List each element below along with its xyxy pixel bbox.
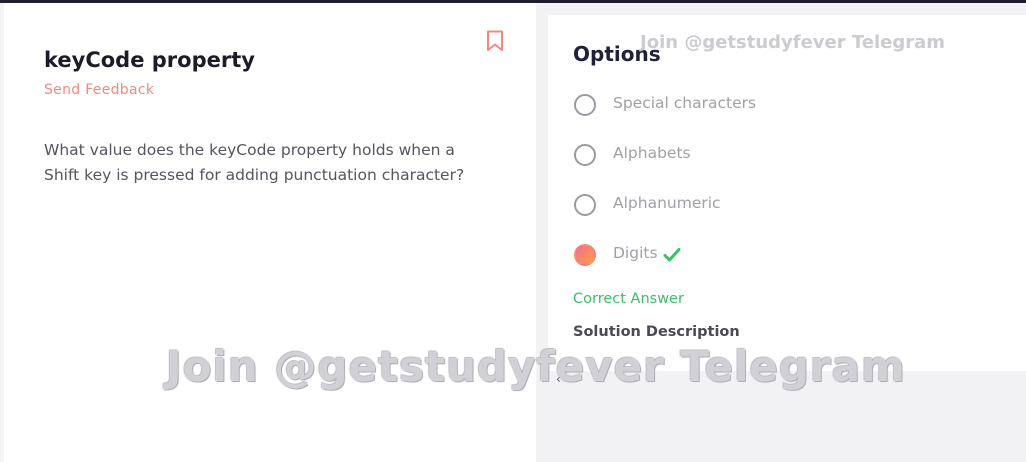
radio-button-selected[interactable]	[574, 244, 596, 266]
options-card	[548, 15, 1026, 371]
radio-button[interactable]	[574, 194, 596, 216]
solution-description-label: Solution Description	[573, 324, 740, 340]
radio-button[interactable]	[574, 144, 596, 166]
watermark-large: Join @getstudyfever Telegram	[166, 342, 906, 391]
question-title: keyCode property	[44, 48, 255, 72]
question-text: What value does the keyCode property hol…	[44, 141, 465, 184]
option-label: Special characters	[613, 94, 757, 112]
option-label: Digits	[613, 244, 658, 262]
send-feedback-link[interactable]: Send Feedback	[44, 82, 154, 98]
option-label: Alphanumeric	[613, 194, 721, 212]
correct-answer-label: Correct Answer	[573, 291, 684, 307]
bookmark-icon[interactable]	[486, 30, 504, 52]
check-icon	[663, 247, 681, 263]
watermark-small: Join @getstudyfever Telegram	[640, 32, 946, 53]
radio-button[interactable]	[574, 94, 596, 116]
option-label: Alphabets	[613, 144, 691, 162]
